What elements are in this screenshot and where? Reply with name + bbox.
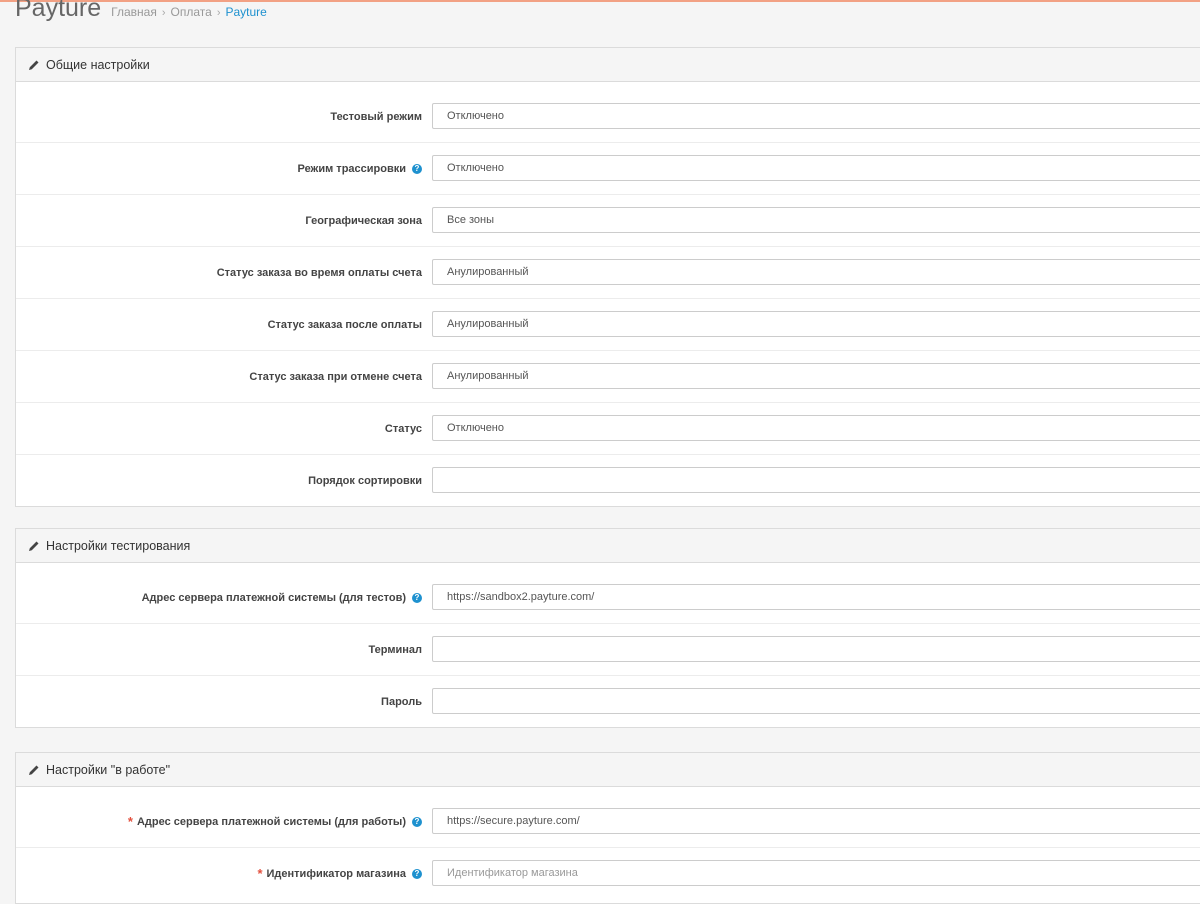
form-row-sort-order: Порядок сортировки	[16, 455, 1200, 506]
breadcrumb-home[interactable]: Главная	[111, 5, 157, 19]
help-icon[interactable]: ?	[412, 163, 422, 174]
test-mode-select[interactable]: Отключено	[432, 103, 1200, 129]
form-row-status: Статус Отключено	[16, 403, 1200, 455]
test-server-url-input[interactable]: https://sandbox2.payture.com/	[432, 584, 1200, 610]
form-row-status-on-cancel: Статус заказа при отмене счета Анулирова…	[16, 351, 1200, 403]
breadcrumb-separator-icon: ›	[216, 7, 221, 19]
field-label: Статус	[384, 422, 422, 435]
form-row-test-server-url: Адрес сервера платежной системы (для тес…	[16, 572, 1200, 624]
field-label: Режим трассировки?	[298, 143, 422, 194]
panel-heading: Настройки "в работе"	[16, 753, 1200, 787]
form-row-shop-id: * Идентификатор магазина? Идентификатор м…	[16, 848, 1200, 899]
form-row-status-after-payment: Статус заказа после оплаты Анулированный	[16, 299, 1200, 351]
form-row-password: Пароль	[16, 676, 1200, 727]
page-header: Payture Главная › Оплата › Payture	[15, 0, 267, 32]
status-on-cancel-select[interactable]: Анулированный	[432, 363, 1200, 389]
geo-zone-select[interactable]: Все зоны	[432, 207, 1200, 233]
pencil-icon	[29, 765, 39, 775]
panel-heading: Настройки тестирования	[16, 529, 1200, 563]
panel-title: Настройки тестирования	[46, 538, 191, 553]
field-label: Пароль	[381, 695, 422, 708]
pencil-icon	[29, 60, 39, 70]
panel-title: Общие настройки	[46, 57, 150, 72]
breadcrumb-payment[interactable]: Оплата	[171, 5, 212, 19]
form-row-trace-mode: Режим трассировки? Отключено	[16, 143, 1200, 195]
trace-mode-select[interactable]: Отключено	[432, 155, 1200, 181]
panel-heading: Общие настройки	[16, 48, 1200, 82]
field-label: Терминал	[368, 643, 422, 656]
field-label: Адрес сервера платежной системы (для тес…	[142, 572, 422, 623]
breadcrumb-separator-icon: ›	[161, 7, 166, 19]
breadcrumb-current[interactable]: Payture	[225, 5, 266, 19]
required-marker-icon: *	[257, 866, 263, 881]
status-after-payment-select[interactable]: Анулированный	[432, 311, 1200, 337]
panel-title: Настройки "в работе"	[46, 762, 171, 777]
shop-id-input[interactable]: Идентификатор магазина	[432, 860, 1200, 886]
form-row-geo-zone: Географическая зона Все зоны	[16, 195, 1200, 247]
sort-order-input[interactable]	[432, 467, 1200, 493]
field-label: Географическая зона	[305, 214, 422, 227]
panel-general-settings: Общие настройки Тестовый режим Отключено…	[15, 47, 1200, 507]
password-input[interactable]	[432, 688, 1200, 714]
panel-production-settings: Настройки "в работе" * Адрес сервера плат…	[15, 752, 1200, 904]
form-row-production-server-url: * Адрес сервера платежной системы (для ра…	[16, 796, 1200, 848]
field-label: Статус заказа при отмене счета	[249, 370, 422, 383]
help-icon[interactable]: ?	[412, 868, 422, 879]
field-label: * Адрес сервера платежной системы (для ра…	[128, 796, 422, 847]
status-select[interactable]: Отключено	[432, 415, 1200, 441]
pencil-icon	[29, 541, 39, 551]
field-label: Статус заказа во время оплаты счета	[216, 266, 422, 279]
status-during-payment-select[interactable]: Анулированный	[432, 259, 1200, 285]
page-title: Payture	[15, 0, 102, 22]
form-row-test-mode: Тестовый режим Отключено	[16, 91, 1200, 143]
help-icon[interactable]: ?	[412, 816, 422, 827]
field-label: Статус заказа после оплаты	[267, 318, 422, 331]
production-server-url-input[interactable]: https://secure.payture.com/	[432, 808, 1200, 834]
help-icon[interactable]: ?	[412, 592, 422, 603]
form-row-status-during-payment: Статус заказа во время оплаты счета Анул…	[16, 247, 1200, 299]
breadcrumb: Главная › Оплата › Payture	[111, 5, 267, 19]
form-row-terminal: Терминал	[16, 624, 1200, 676]
field-label: * Идентификатор магазина?	[257, 848, 422, 899]
terminal-input[interactable]	[432, 636, 1200, 662]
field-label: Порядок сортировки	[308, 474, 422, 487]
panel-test-settings: Настройки тестирования Адрес сервера пла…	[15, 528, 1200, 728]
field-label: Тестовый режим	[330, 110, 422, 123]
required-marker-icon: *	[127, 814, 133, 829]
